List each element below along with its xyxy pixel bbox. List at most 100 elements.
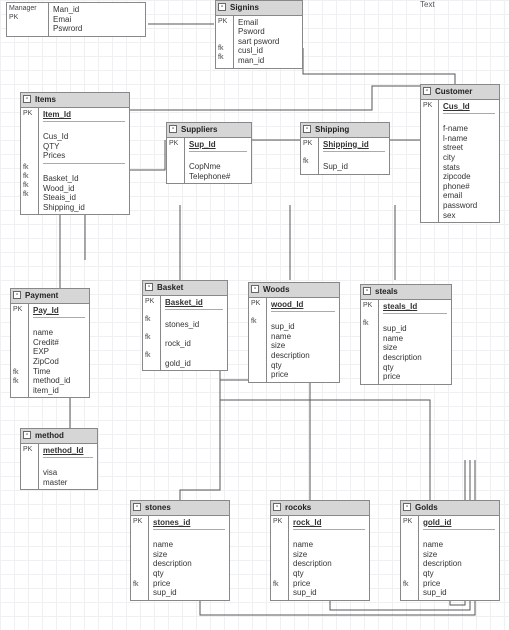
attr: man_id xyxy=(238,56,298,66)
attr: stats xyxy=(443,163,495,173)
attr: Cus_Id xyxy=(43,132,125,142)
attr: method_id xyxy=(33,376,85,386)
attr: description xyxy=(383,353,447,363)
fk-label: fk xyxy=(218,54,231,63)
collapse-icon[interactable]: - xyxy=(423,87,431,95)
entity-woods[interactable]: -Woods PK fk wood_Id sup_id name size de… xyxy=(248,282,340,383)
attr: price xyxy=(271,370,335,380)
entity-signins[interactable]: -Signins PK fk fk Email Psword sart pswo… xyxy=(215,0,303,69)
attr: visa xyxy=(43,468,93,478)
attr: sart psword xyxy=(238,37,298,47)
attr: sup_id xyxy=(271,322,335,332)
attr: item_id xyxy=(33,386,85,396)
entity-method[interactable]: -method PK method_Id visa master xyxy=(20,428,98,490)
entity-shipping[interactable]: -Shipping PK fk Shipping_id Sup_id xyxy=(300,122,390,175)
attr: description xyxy=(423,559,495,569)
entity-title: Payment xyxy=(25,291,58,300)
collapse-icon[interactable]: - xyxy=(303,125,311,133)
entity-customer[interactable]: -Customer PK Cus_Id f-name l-name street… xyxy=(420,84,500,223)
attr: l-name xyxy=(443,134,495,144)
attr: price xyxy=(383,372,447,382)
fk-label: fk xyxy=(363,320,376,329)
attr: Telephone# xyxy=(189,172,247,182)
attr: qty xyxy=(293,569,365,579)
pk-label: PK xyxy=(403,518,416,527)
entity-title: stones xyxy=(145,503,171,512)
collapse-icon[interactable]: - xyxy=(13,291,21,299)
attr: rock_id xyxy=(165,339,223,349)
fk-label: fk xyxy=(133,581,146,590)
collapse-icon[interactable]: - xyxy=(403,503,411,511)
pk-attr: steals_Id xyxy=(383,302,447,312)
pk-attr: Pay_Id xyxy=(33,306,85,316)
attr: sex xyxy=(443,211,495,221)
collapse-icon[interactable]: - xyxy=(23,431,31,439)
collapse-icon[interactable]: - xyxy=(23,95,31,103)
pk-label: PK xyxy=(218,18,231,27)
attr: size xyxy=(383,343,447,353)
attr: Sup_id xyxy=(323,162,385,172)
attr: name xyxy=(271,332,335,342)
pk-label: PK xyxy=(273,518,286,527)
pk-label: PK xyxy=(133,518,146,527)
pk-label: PK xyxy=(303,140,316,149)
attr: size xyxy=(293,550,365,560)
collapse-icon[interactable]: - xyxy=(251,285,259,293)
pk-label: PK xyxy=(423,102,436,111)
attr: Psword xyxy=(238,27,298,37)
pk-label: PK xyxy=(363,302,376,311)
entity-title: method xyxy=(35,431,64,440)
entity-title: steals xyxy=(375,287,398,296)
attr: description xyxy=(153,559,225,569)
attr: Steais_id xyxy=(43,193,125,203)
fk-label: fk xyxy=(145,352,158,361)
collapse-icon[interactable]: - xyxy=(133,503,141,511)
pk-attr: Shipping_id xyxy=(323,140,385,150)
pk-label: PK xyxy=(145,298,158,307)
pk-label: PK xyxy=(23,110,36,119)
attr: name xyxy=(153,540,225,550)
attr: Man_id xyxy=(53,5,141,15)
attr: cusl_id xyxy=(238,46,298,56)
attr: Credit# xyxy=(33,338,85,348)
pk-label xyxy=(218,36,231,45)
attr: Emai xyxy=(53,15,141,25)
entity-payment[interactable]: -Payment PK fk fk Pay_Id name Credit# EX… xyxy=(10,288,90,398)
entity-manager[interactable]: Manager PK Man_id Emai Pswrord xyxy=(6,2,146,37)
entity-golds[interactable]: -Golds PK fk gold_id name size descripti… xyxy=(400,500,500,601)
fk-label: fk xyxy=(251,318,264,327)
attr: Basket_Id xyxy=(43,174,125,184)
attr: qty xyxy=(423,569,495,579)
collapse-icon[interactable]: - xyxy=(145,283,153,291)
collapse-icon[interactable]: - xyxy=(363,287,371,295)
entity-rocks[interactable]: -rocoks PK fk rock_Id name size descript… xyxy=(270,500,370,601)
collapse-icon[interactable]: - xyxy=(273,503,281,511)
attr: description xyxy=(271,351,335,361)
fk-label: fk xyxy=(23,164,36,173)
attr: name xyxy=(293,540,365,550)
collapse-icon[interactable]: - xyxy=(218,3,226,11)
attr: price xyxy=(423,579,495,589)
pk-label: PK xyxy=(13,306,26,315)
attr: name xyxy=(33,328,85,338)
entity-title: Basket xyxy=(157,283,183,292)
entity-steals[interactable]: -steals PK fk steals_Id sup_id name size… xyxy=(360,284,452,385)
pk-attr: stones_id xyxy=(153,518,225,528)
entity-items[interactable]: -Items PK fk fk fk fk Item_Id Cus_Id QTY… xyxy=(20,92,130,215)
attr: size xyxy=(271,341,335,351)
pk-attr: rock_Id xyxy=(293,518,365,528)
entity-title: Signins xyxy=(230,3,259,12)
attr: description xyxy=(293,559,365,569)
collapse-icon[interactable]: - xyxy=(169,125,177,133)
attr: price xyxy=(153,579,225,589)
attr: sup_id xyxy=(293,588,365,598)
entity-suppliers[interactable]: -Suppliers PK Sup_Id CopNme Telephone# xyxy=(166,122,252,184)
entity-basket[interactable]: -Basket PK fk fk fk Basket_id stones_id … xyxy=(142,280,228,371)
entity-stones[interactable]: -stones PK fk stones_id name size descri… xyxy=(130,500,230,601)
attr: street xyxy=(443,143,495,153)
attr: sup_id xyxy=(423,588,495,598)
entity-title: Golds xyxy=(415,503,438,512)
fk-label: fk xyxy=(13,369,26,378)
pk-attr: gold_id xyxy=(423,518,495,528)
entity-title: Shipping xyxy=(315,125,349,134)
